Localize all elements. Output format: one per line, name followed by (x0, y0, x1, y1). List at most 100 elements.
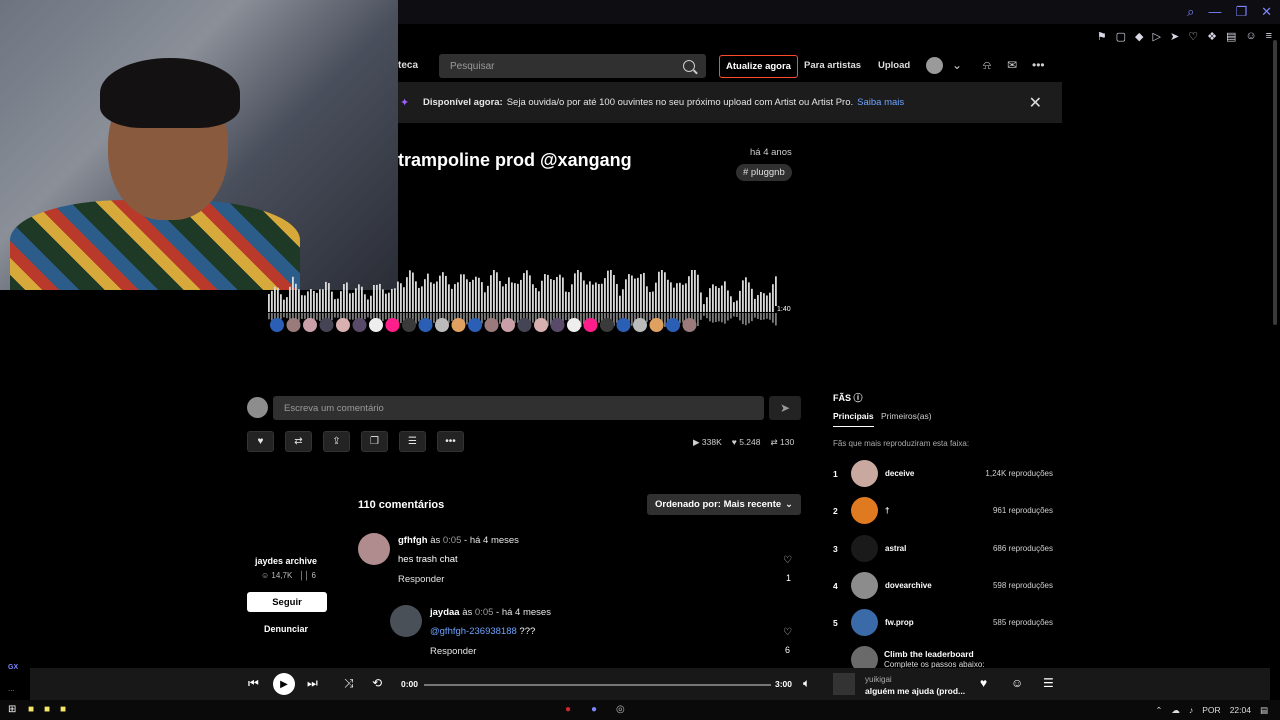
search-input[interactable]: Pesquisar (439, 54, 706, 78)
notification-icon[interactable]: ▤ (1260, 705, 1268, 716)
heart-icon[interactable]: ♡ (783, 627, 792, 638)
upload-link[interactable]: Upload (878, 60, 910, 71)
waveform-comment-avatar[interactable] (435, 318, 449, 332)
track-artwork[interactable] (833, 673, 855, 695)
fan-avatar[interactable] (851, 572, 878, 599)
app-icon[interactable]: ◎ (616, 704, 625, 715)
copy-link-button[interactable]: ❐ (361, 431, 388, 452)
user-avatar[interactable] (926, 57, 943, 74)
volume-icon[interactable]: 🔈︎ (803, 676, 810, 691)
like-button[interactable]: ♥ (247, 431, 274, 452)
screenshot-icon[interactable]: ▢ (1116, 30, 1126, 43)
genre-tag[interactable]: # pluggnb (736, 164, 792, 181)
shield-icon[interactable]: ◆ (1135, 30, 1143, 43)
fan-row[interactable]: 4 dovearchive 598 reproduções (833, 572, 1053, 600)
player-track-title[interactable]: alguém me ajuda (prod... (865, 686, 965, 696)
play-button[interactable]: ▶ (273, 673, 295, 695)
waveform-comment-avatar[interactable] (385, 318, 400, 332)
waveform-comment-avatar[interactable] (583, 318, 598, 332)
close-icon[interactable]: ✕ (1029, 93, 1042, 113)
banner-learn-more-link[interactable]: Saiba mais (857, 97, 904, 108)
comment-user[interactable]: gfhfgh (398, 535, 428, 546)
more-button[interactable]: ••• (437, 431, 464, 452)
heart-icon[interactable]: ♥ (980, 676, 987, 690)
chevron-up-icon[interactable]: ⌃ (1155, 705, 1162, 716)
page-scrollbar[interactable] (1273, 40, 1277, 325)
fan-avatar[interactable] (851, 497, 878, 524)
follow-button[interactable]: Seguir (247, 592, 327, 612)
waveform-comment-avatar[interactable] (616, 318, 631, 332)
wallet-icon[interactable]: ▤ (1226, 30, 1236, 43)
sticky-note-icon[interactable]: ■ (60, 704, 66, 715)
previous-icon[interactable]: ⏮ (248, 676, 259, 691)
add-to-playlist-button[interactable]: ☰ (399, 431, 426, 452)
waveform-comment-avatar[interactable] (682, 318, 697, 332)
extensions-icon[interactable]: ❖ (1207, 30, 1217, 43)
sticky-note-icon[interactable]: ■ (28, 704, 34, 715)
chevron-down-icon[interactable]: ⌄ (952, 58, 962, 72)
fan-name[interactable]: deceive (885, 469, 914, 478)
minimize-icon[interactable]: — (1208, 4, 1221, 20)
comment-input[interactable]: Escreva um comentário (273, 396, 764, 420)
for-artists-link[interactable]: Para artistas (804, 60, 861, 71)
waveform-comment-avatar[interactable] (303, 318, 317, 332)
repeat-icon[interactable]: ⟲ (372, 676, 382, 690)
fan-avatar[interactable] (851, 535, 878, 562)
fan-name[interactable]: † (885, 506, 889, 515)
comment-timestamp[interactable]: 0:05 (443, 535, 462, 546)
fan-row[interactable]: 3 astral 686 reproduções (833, 535, 1053, 563)
tab-top-fans[interactable]: Principais (833, 411, 874, 427)
windows-start-icon[interactable]: ⊞ (8, 704, 16, 715)
heart-icon[interactable]: ♡ (783, 555, 792, 566)
waveform-comment-avatar[interactable] (600, 318, 614, 332)
play-icon[interactable]: ▷ (1153, 30, 1161, 43)
waveform-comment-avatar[interactable] (369, 318, 383, 332)
sort-dropdown[interactable]: Ordenado por: Mais recente ⌄ (647, 494, 801, 515)
fan-name[interactable]: dovearchive (885, 581, 932, 590)
reply-button[interactable]: Responder (398, 574, 444, 585)
waveform-comment-avatar[interactable] (286, 318, 301, 332)
fan-row[interactable]: 5 fw.prop 585 reproduções (833, 609, 1053, 637)
waveform-comment-avatar[interactable] (451, 318, 466, 332)
waveform-comment-avatar[interactable] (418, 318, 433, 332)
waveform-comment-avatar[interactable] (319, 318, 334, 332)
sticky-note-icon[interactable]: ■ (44, 704, 50, 715)
restore-icon[interactable]: ❐ (1235, 4, 1247, 20)
progress-bar[interactable] (424, 684, 771, 686)
menu-icon[interactable]: ≡ (1266, 30, 1272, 43)
send-icon[interactable]: ➤ (1170, 30, 1179, 43)
comment-user[interactable]: jaydaa (430, 607, 460, 618)
waveform-comment-avatar[interactable] (649, 318, 664, 332)
uploader-name[interactable]: jaydes archive (255, 556, 317, 566)
opera-gx-icon[interactable]: ● (565, 704, 571, 715)
fan-row[interactable]: 2 † 961 reproduções (833, 497, 1053, 525)
next-icon[interactable]: ⏭ (307, 676, 318, 691)
waveform-comment-avatar[interactable] (534, 318, 548, 332)
comment-timestamp[interactable]: 0:05 (475, 607, 494, 618)
send-comment-button[interactable]: ➤ (769, 396, 801, 420)
language-indicator[interactable]: POR (1202, 705, 1220, 716)
waveform-comment-avatar[interactable] (567, 318, 581, 332)
library-link[interactable]: teca (398, 60, 418, 71)
fan-avatar[interactable] (851, 460, 878, 487)
waveform-comment-avatar[interactable] (666, 318, 680, 332)
waveform-comment-avatar[interactable] (402, 318, 416, 332)
waveform-comment-avatar[interactable] (517, 318, 532, 332)
bell-icon[interactable]: ⍾ (983, 58, 991, 73)
sidebar-more[interactable]: ... (8, 684, 15, 693)
waveform-comment-avatar[interactable] (336, 318, 350, 332)
share-button[interactable]: ⇪ (323, 431, 350, 452)
search-icon[interactable] (683, 60, 695, 72)
waveform-comment-avatar[interactable] (468, 318, 482, 332)
fan-row[interactable]: 1 deceive 1,24K reproduções (833, 460, 1053, 488)
queue-icon[interactable]: ☰ (1043, 676, 1054, 690)
mail-icon[interactable]: ✉ (1007, 58, 1017, 72)
speaker-icon[interactable]: ♪ (1189, 705, 1193, 716)
fan-avatar[interactable] (851, 609, 878, 636)
comment-avatar[interactable] (390, 605, 422, 637)
shuffle-icon[interactable]: ⤨ (344, 676, 354, 691)
fan-name[interactable]: astral (885, 544, 906, 553)
waveform-comment-avatar[interactable] (352, 318, 367, 332)
info-icon[interactable]: ⓘ (854, 393, 863, 403)
waveform-comment-avatar[interactable] (270, 318, 284, 332)
